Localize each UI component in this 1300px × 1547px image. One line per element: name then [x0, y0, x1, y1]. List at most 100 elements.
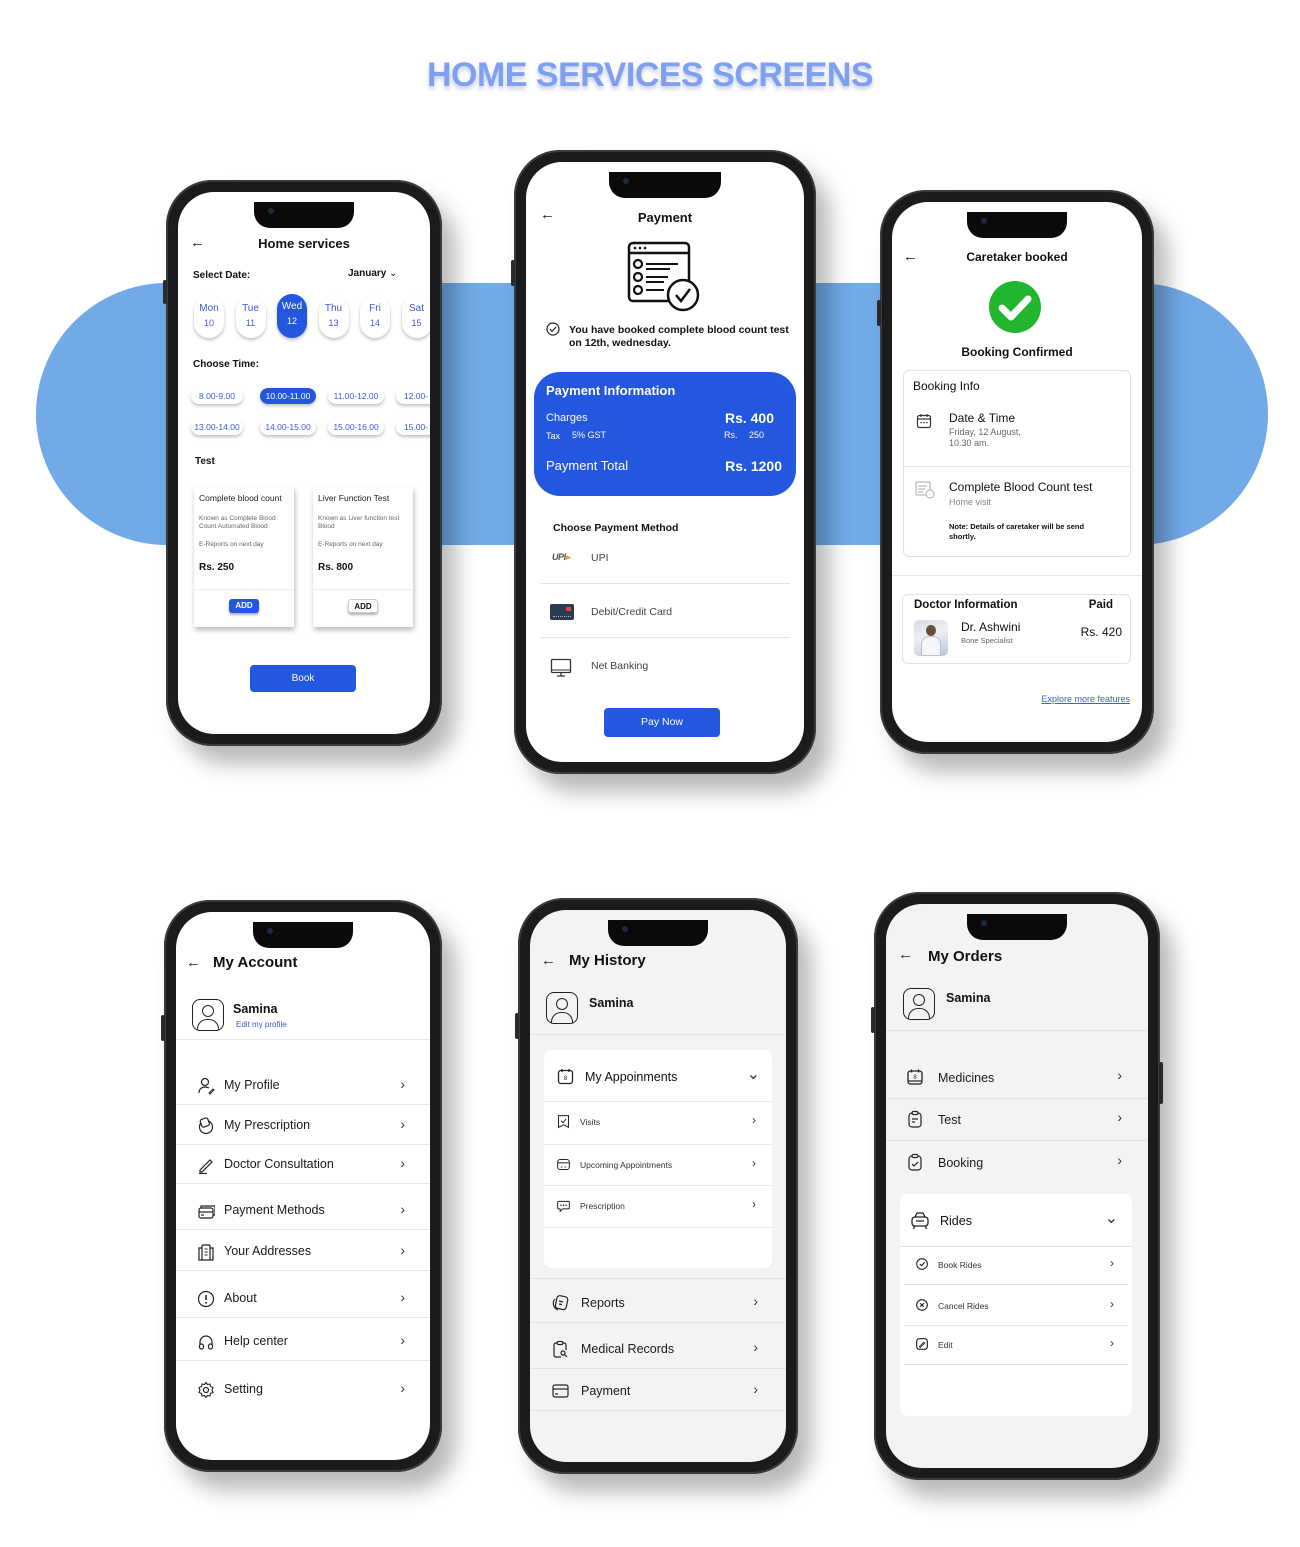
add-test-button[interactable]: ADD [229, 599, 259, 613]
menu-item-label: Test [938, 1113, 961, 1127]
date-pill[interactable]: Wed 12 [277, 294, 307, 338]
account-menu-item[interactable]: Payment Methods › [176, 1193, 430, 1229]
pay-now-button[interactable]: Pay Now [604, 708, 720, 737]
divider [176, 1317, 430, 1318]
side-button [161, 1015, 165, 1041]
divider [176, 1270, 430, 1271]
history-menu-item[interactable]: Medical Records › [530, 1331, 786, 1367]
account-menu-item[interactable]: Doctor Consultation › [176, 1147, 430, 1183]
divider [886, 1140, 1148, 1141]
chevron-right-icon: › [1110, 1336, 1114, 1350]
booking-info-title: Booking Info [913, 379, 980, 393]
choose-time-label: Choose Time: [193, 359, 259, 370]
payment-method-option[interactable]: UPI▸ UPI [540, 540, 790, 580]
chevron-right-icon: › [1110, 1256, 1114, 1270]
account-menu-item[interactable]: Setting › [176, 1372, 430, 1408]
info-circle-icon [197, 1290, 215, 1308]
ride-sub-item[interactable]: Edit › [900, 1331, 1132, 1361]
divider [900, 1246, 1132, 1247]
test-name: Liver Function Test [318, 493, 390, 503]
user-name: Samina [233, 1002, 278, 1016]
time-slot[interactable]: 12.00- [396, 388, 430, 404]
time-slot[interactable]: 14.00-15.00 [260, 419, 316, 435]
caretaker-note: Note: Details of caretaker will be send … [949, 522, 1085, 541]
edit-profile-link[interactable]: Edit my profile [236, 1020, 287, 1029]
month-dropdown[interactable]: January ⌄ [348, 268, 398, 279]
account-menu-item[interactable]: Help center › [176, 1324, 430, 1360]
sub-item-label: Cancel Rides [938, 1301, 989, 1311]
explore-more-link[interactable]: Explore more features [1041, 694, 1130, 704]
rides-card: Rides ⌄ Book Rides › Cancel Rides › Edit › [900, 1194, 1132, 1416]
add-test-button[interactable]: ADD [348, 599, 378, 613]
account-menu-item[interactable]: My Prescription › [176, 1108, 430, 1144]
divider [540, 637, 790, 638]
calendar-icon: 8 [906, 1068, 924, 1086]
charges-label: Charges [546, 412, 588, 424]
back-arrow-icon[interactable]: ← [541, 952, 556, 969]
payment-method-label: UPI [591, 552, 609, 564]
chat-dots-icon [556, 1198, 571, 1213]
time-slot[interactable]: 11.00-12.00 [328, 388, 384, 404]
account-menu-item[interactable]: About › [176, 1281, 430, 1317]
building-icon [197, 1243, 215, 1261]
divider [904, 1284, 1128, 1285]
date-pill[interactable]: Fri 14 [360, 296, 390, 338]
account-menu-item[interactable]: My Profile › [176, 1068, 430, 1104]
visit-icon [556, 1114, 571, 1129]
history-menu-item[interactable]: Reports › [530, 1285, 786, 1321]
orders-menu-item[interactable]: Test › [886, 1102, 1148, 1138]
appointments-sub-item[interactable]: Prescription › [544, 1192, 772, 1222]
test-description: Known as Complete Blood Count Automated … [199, 515, 276, 530]
screen-title: My History [569, 952, 646, 969]
time-slot[interactable]: 8.00-9.00 [191, 388, 243, 404]
appointments-header[interactable]: 8 My Appoinments ⌄ [544, 1050, 772, 1100]
payment-method-option[interactable]: Net Banking [540, 648, 790, 688]
rides-label: Rides [940, 1214, 972, 1228]
back-arrow-icon[interactable]: ← [898, 946, 913, 963]
history-menu-item[interactable]: Payment › [530, 1373, 786, 1409]
time-slot[interactable]: 15.00-16.00 [328, 419, 384, 435]
chevron-down-icon: ⌄ [1104, 1210, 1118, 1227]
credit-card-icon [550, 604, 574, 620]
date-time-value-1: Friday, 12 August, [949, 427, 1021, 437]
side-button [1159, 1062, 1163, 1104]
orders-menu-item[interactable]: Booking › [886, 1145, 1148, 1181]
notch [967, 212, 1067, 238]
month-value: January [348, 268, 387, 279]
back-arrow-icon[interactable]: ← [186, 954, 201, 971]
chevron-right-icon: › [1117, 1109, 1122, 1125]
divider [530, 1278, 786, 1279]
page: HOME SERVICES SCREENS ← Home services Se… [0, 0, 1300, 1547]
date-pill[interactable]: Tue 11 [235, 296, 266, 338]
date-pill[interactable]: Sat 15 [401, 296, 430, 338]
doctor-avatar-head [926, 625, 936, 636]
account-menu-item[interactable]: Your Addresses › [176, 1234, 430, 1270]
date-pill[interactable]: Thu 13 [318, 296, 349, 338]
time-slot[interactable]: 10.00-11.00 [260, 388, 316, 404]
time-slot[interactable]: 13.00-14.00 [191, 419, 243, 435]
cards-icon [197, 1202, 216, 1220]
appointments-label: My Appoinments [585, 1070, 678, 1084]
time-slot[interactable]: 15.00- [396, 419, 430, 435]
ride-sub-item[interactable]: Cancel Rides › [900, 1292, 1132, 1322]
appointments-sub-item[interactable]: Visits › [544, 1108, 772, 1138]
screen-my-account: ← My Account Samina Edit my profile My P… [176, 912, 430, 1460]
date-pill-date: 11 [245, 318, 256, 328]
date-pill[interactable]: Mon 10 [194, 296, 224, 338]
payment-method-label: Net Banking [591, 660, 649, 672]
sub-item-label: Upcoming Appointments [580, 1160, 673, 1170]
divider [544, 1144, 772, 1145]
clipboard-check-icon [906, 1153, 924, 1171]
book-button[interactable]: Book [250, 665, 356, 692]
chevron-right-icon: › [400, 1155, 405, 1171]
reports-icon [551, 1294, 569, 1312]
rides-header[interactable]: Rides ⌄ [900, 1194, 1132, 1246]
ride-sub-item[interactable]: Book Rides › [900, 1251, 1132, 1281]
payment-method-label: Choose Payment Method [553, 522, 679, 534]
orders-menu-item[interactable]: 8 Medicines › [886, 1060, 1148, 1096]
chevron-right-icon: › [1117, 1152, 1122, 1168]
payment-method-option[interactable]: Debit/Credit Card [540, 594, 790, 634]
appointments-sub-item[interactable]: < > Upcoming Appointments › [544, 1151, 772, 1181]
booking-confirmation-text: You have booked complete blood count tes… [569, 324, 789, 349]
notch [254, 202, 354, 228]
